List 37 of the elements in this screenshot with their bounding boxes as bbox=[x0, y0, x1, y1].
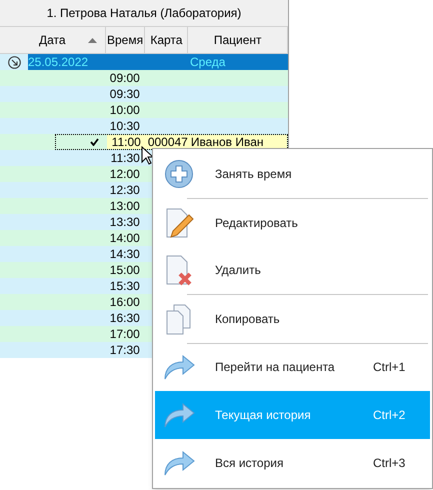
column-header[interactable]: Время bbox=[106, 27, 146, 53]
group-date: 25.05.2022 bbox=[28, 54, 90, 71]
time-cell-text: 10:00 bbox=[110, 102, 140, 119]
time-cell-text: 09:30 bbox=[110, 86, 140, 103]
menu-item[interactable]: Удалить bbox=[155, 246, 430, 294]
time-cell-text: 14:30 bbox=[110, 246, 140, 263]
time-cell-text: 14:00 bbox=[110, 230, 140, 247]
menu-item[interactable]: Вся история Ctrl+3 bbox=[155, 438, 430, 487]
curved-arrow-icon bbox=[163, 402, 195, 428]
time-cell-text: 11:30 bbox=[110, 150, 140, 167]
column-header[interactable]: Карта bbox=[145, 27, 188, 53]
group-weekday: Среда bbox=[190, 54, 226, 71]
card-cell-text: 000047 bbox=[148, 134, 188, 151]
column-header[interactable]: Дата bbox=[0, 27, 106, 53]
menu-item[interactable]: Редактировать bbox=[155, 199, 430, 246]
plus-icon bbox=[164, 159, 194, 190]
curved-arrow-icon bbox=[163, 450, 195, 476]
time-cell-text: 10:30 bbox=[110, 118, 140, 135]
time-cell-text: 11:00 bbox=[112, 134, 141, 151]
document-delete-icon bbox=[164, 254, 194, 286]
menu-item[interactable]: Копировать bbox=[155, 295, 430, 343]
menu-item[interactable]: Занять время bbox=[155, 150, 430, 198]
column-header[interactable]: Пациент bbox=[188, 27, 288, 53]
time-cell-text: 13:00 bbox=[110, 198, 140, 215]
time-cell-text: 15:30 bbox=[110, 278, 140, 295]
time-cell-text: 17:00 bbox=[110, 326, 140, 343]
curved-arrow-icon bbox=[163, 354, 195, 380]
time-cell-text: 12:30 bbox=[110, 182, 140, 199]
grid-title: 1. Петрова Наталья (Лаборатория) bbox=[0, 0, 288, 27]
time-cell-text: 16:00 bbox=[110, 294, 140, 311]
time-cell-text: 09:00 bbox=[110, 70, 140, 87]
menu-item[interactable]: Перейти на пациента Ctrl+1 bbox=[155, 344, 430, 391]
check-icon bbox=[90, 138, 99, 146]
time-cell-text: 17:30 bbox=[110, 342, 140, 359]
patient-cell-text: Иванов Иван bbox=[190, 134, 264, 151]
collapse-icon[interactable] bbox=[8, 56, 20, 68]
document-pencil-icon bbox=[164, 206, 194, 239]
